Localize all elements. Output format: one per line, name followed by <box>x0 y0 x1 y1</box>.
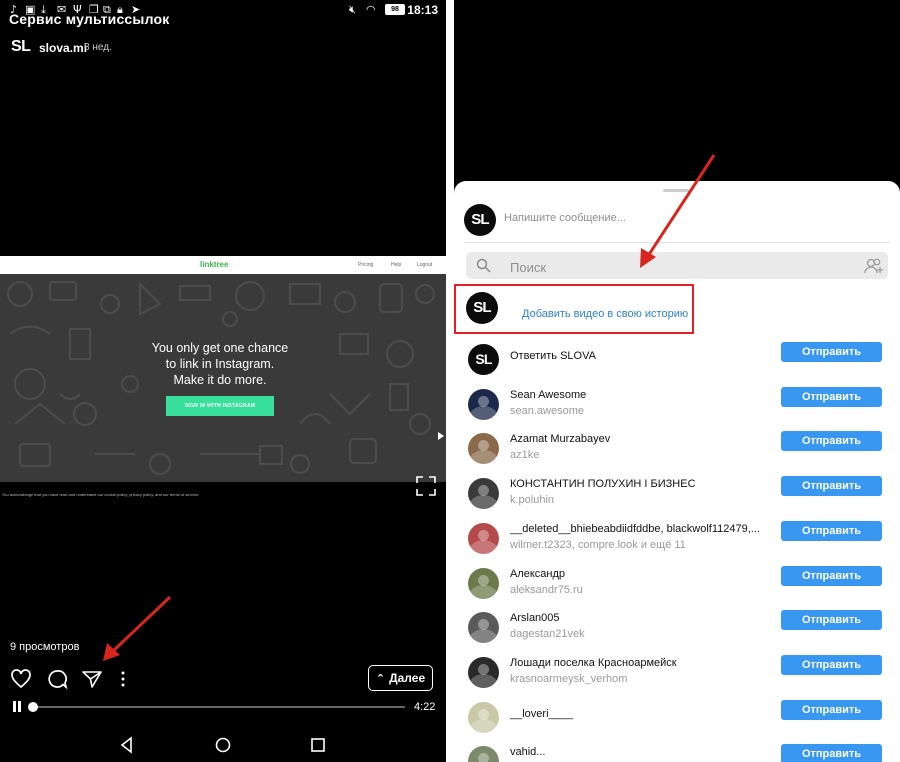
contact-avatar[interactable] <box>468 746 499 762</box>
contact-name: Azamat Murzabayev <box>510 433 611 446</box>
send-button[interactable]: Отправить <box>781 476 882 497</box>
contact-row[interactable]: vahid...vahidoskandary1371Отправить <box>466 744 890 762</box>
cookie-notice: You acknowledge that you have read and u… <box>2 492 200 497</box>
contact-row[interactable]: Sean Awesome sean.awesome Отправить <box>466 386 890 427</box>
signin-with-instagram-button: SIGN IN WITH INSTAGRAM <box>166 396 274 416</box>
fullscreen-icon[interactable] <box>416 476 436 496</box>
contact-avatar[interactable] <box>468 433 499 465</box>
wifi-icon: ◠ <box>366 3 376 16</box>
send-button[interactable]: Отправить <box>781 699 882 720</box>
video-progress-bar[interactable] <box>31 706 405 708</box>
mouse-cursor-icon <box>438 432 444 440</box>
linktree-footer: You acknowledge that you have read and u… <box>0 482 446 506</box>
contact-row[interactable]: Arslan005 dagestan21vek Отправить <box>466 610 890 650</box>
contact-avatar[interactable] <box>468 478 499 510</box>
next-button[interactable]: ⌃ Далее <box>368 665 433 691</box>
contact-row[interactable]: __deleted__bhiebeabdiidfddbe, blackwolf1… <box>466 520 890 561</box>
divider <box>464 242 890 243</box>
pause-icon[interactable] <box>12 701 22 712</box>
add-people-icon[interactable] <box>864 257 884 275</box>
back-icon[interactable] <box>118 736 136 754</box>
linktree-header: linktree Pricing Help Logout <box>0 256 446 274</box>
contact-row[interactable]: __loveri____ Отправить <box>466 699 890 740</box>
contact-row[interactable]: Александр aleksandr75.ru Отправить <box>466 565 890 606</box>
send-button[interactable]: Отправить <box>781 610 882 631</box>
author-avatar[interactable]: SL <box>11 38 31 56</box>
linktree-headline: You only get one chance to link in Insta… <box>151 341 289 387</box>
home-icon[interactable] <box>214 736 232 754</box>
send-button[interactable]: Отправить <box>781 431 882 452</box>
heart-icon[interactable] <box>10 668 32 690</box>
contact-name: __loveri____ <box>510 707 573 720</box>
send-button[interactable]: Отправить <box>781 386 882 407</box>
sheet-grabber[interactable] <box>663 189 689 192</box>
left-screen: ♪ ▣ ⤓ ✉ Ψ ❐ ⧉ 🔒︎ ➤ 🔇︎ ◠ 98 18:13 Сервис … <box>0 0 446 762</box>
contact-row[interactable]: Лошади поселка Красноармейск krasnoarmeys… <box>466 654 890 695</box>
contact-avatar[interactable]: SL <box>468 344 499 375</box>
share-icon[interactable] <box>81 668 103 690</box>
recents-icon[interactable] <box>309 736 327 754</box>
contact-avatar[interactable] <box>468 701 499 733</box>
message-input[interactable]: Напишите сообщение... <box>504 212 626 224</box>
contact-row[interactable]: КОНСТАНТИН ПОЛУХИН I БИЗНЕС k.poluhin Отпр… <box>466 476 890 516</box>
contact-avatar[interactable] <box>468 522 499 554</box>
contact-name: Ответить SLOVA <box>510 350 596 362</box>
send-button[interactable]: Отправить <box>781 654 882 675</box>
contact-username: wilmer.t2323, compre.look и ещё 11 <box>510 538 686 551</box>
contact-row[interactable]: SL Ответить SLOVA Отправить <box>466 342 890 382</box>
annotation-highlight-box <box>454 284 694 334</box>
linktree-nav-pricing: Pricing <box>358 262 374 268</box>
battery-icon: 98 <box>385 4 405 15</box>
contact-avatar[interactable] <box>468 388 499 420</box>
page-title: Сервис мультиссылок <box>9 11 170 27</box>
progress-knob[interactable] <box>28 702 38 712</box>
send-button[interactable]: Отправить <box>781 565 882 586</box>
contact-username: krasnoarmeysk_verhom <box>510 672 628 685</box>
contact-name: КОНСТАНТИН ПОЛУХИН I БИЗНЕС <box>510 478 696 491</box>
contact-name: vahid... <box>510 746 546 759</box>
linktree-nav-help: Help <box>391 262 402 268</box>
contact-username: az1ke <box>510 449 540 462</box>
video-player[interactable]: linktree Pricing Help Logout You only ge… <box>0 256 446 506</box>
contact-username: k.poluhin <box>510 494 555 507</box>
contact-name: Arslan005 <box>510 612 560 625</box>
contact-username: aleksandr75.ru <box>510 583 583 596</box>
contact-name: Лошади поселка Красноармейск <box>510 656 677 669</box>
linktree-nav-logout: Logout <box>417 262 433 268</box>
contact-name: __deleted__bhiebeabdiidfddbe, blackwolf1… <box>510 522 760 535</box>
send-button[interactable]: Отправить <box>781 744 882 762</box>
contact-avatar[interactable] <box>468 656 499 688</box>
mute-icon: 🔇︎ <box>349 3 356 16</box>
video-duration: 4:22 <box>414 701 436 713</box>
own-avatar: SL <box>464 204 496 236</box>
contact-name: Sean Awesome <box>510 388 587 401</box>
panel-divider <box>446 0 454 762</box>
contact-row[interactable]: Azamat Murzabayev az1ke Отправить <box>466 431 890 471</box>
search-icon <box>476 258 491 273</box>
contact-username: dagestan21vek <box>510 628 585 641</box>
search-input[interactable]: Поиск <box>466 252 888 279</box>
author-name[interactable]: slova.mi <box>39 41 87 55</box>
contact-avatar[interactable] <box>468 612 499 644</box>
share-sheet: SL Напишите сообщение... Поиск SL Добави… <box>454 181 900 762</box>
send-button[interactable]: Отправить <box>781 342 882 362</box>
send-button[interactable]: Отправить <box>781 520 882 541</box>
next-button-label: Далее <box>389 671 426 685</box>
right-screen: SL Напишите сообщение... Поиск SL Добави… <box>454 0 900 762</box>
contact-name: Александр <box>510 567 566 580</box>
more-icon[interactable] <box>112 668 134 690</box>
post-time: 8 нед. <box>84 42 112 53</box>
clock: 18:13 <box>407 3 438 17</box>
contact-username: sean.awesome <box>510 404 584 417</box>
comment-icon[interactable] <box>46 668 68 690</box>
linktree-logo: linktree <box>200 260 229 269</box>
chevron-up-icon: ⌃ <box>375 673 386 685</box>
search-placeholder: Поиск <box>510 260 547 275</box>
view-count: 9 просмотров <box>10 641 80 653</box>
contact-avatar[interactable] <box>468 567 499 599</box>
